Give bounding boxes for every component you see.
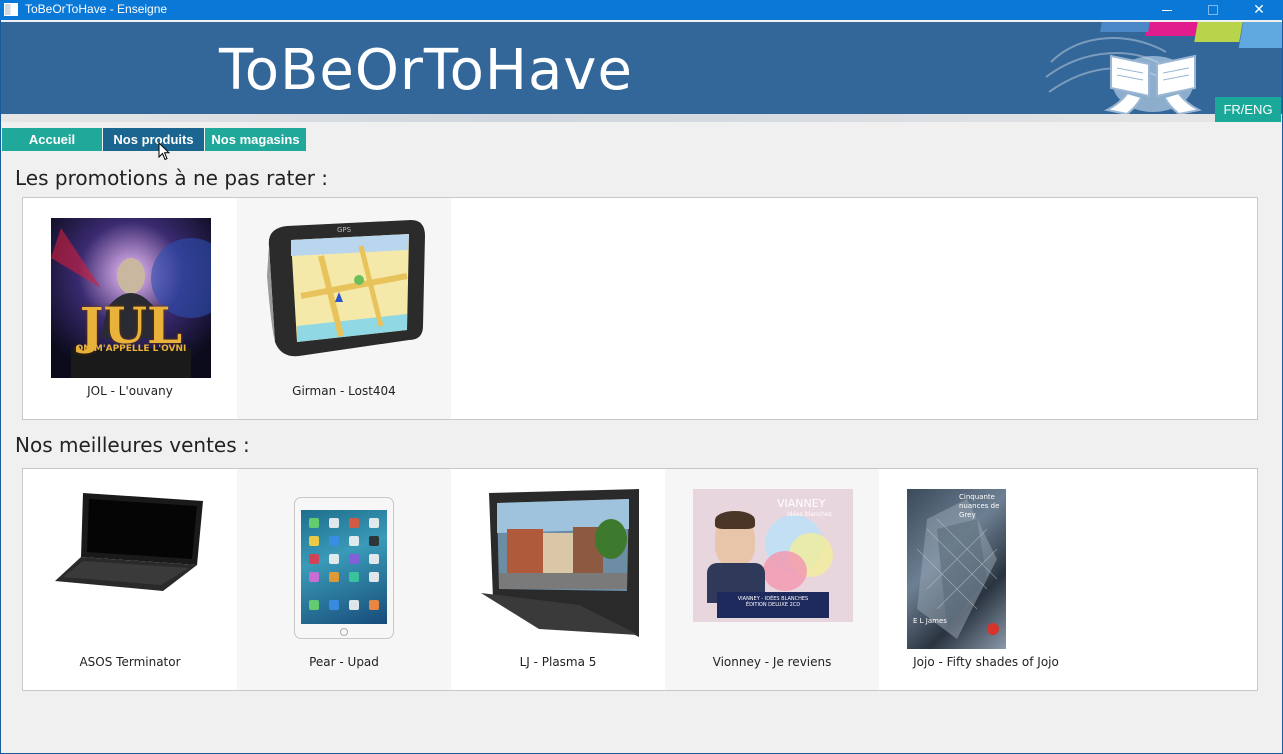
gps-brand-text: GPS xyxy=(337,226,352,234)
mouse-cursor-icon xyxy=(158,142,170,161)
tab-nos-produits[interactable]: Nos produits xyxy=(103,128,204,151)
product-card-jojo[interactable]: Cinquante nuances de Grey E L James Jojo… xyxy=(879,469,1093,690)
product-label: Vionney - Je reviens xyxy=(712,655,832,669)
promotions-panel: JUL ON M'APPELLE L'OVNI JOL - L'ouvany G… xyxy=(22,197,1258,420)
book-author-text: E L James xyxy=(913,617,947,625)
vianney-hair xyxy=(715,511,755,529)
promotions-heading: Les promotions à ne pas rater : xyxy=(15,166,329,190)
window-title: ToBeOrToHave - Enseigne xyxy=(25,2,168,16)
best-sellers-heading: Nos meilleures ventes : xyxy=(15,433,250,457)
vianney-subtitle-text: idées blanches xyxy=(787,511,832,518)
product-card-vionney[interactable]: VIANNEY idées blanches VIANNEY - IDÉES B… xyxy=(665,469,879,690)
banner-divider xyxy=(1,114,1282,122)
tablet-image xyxy=(294,497,394,639)
vianney-edition-banner: VIANNEY - IDÉES BLANCHES ÉDITION DELUXE … xyxy=(717,592,829,618)
tab-nos-magasins[interactable]: Nos magasins xyxy=(205,128,306,151)
product-label: LJ - Plasma 5 xyxy=(519,655,597,669)
vianney-color-shapes-3 xyxy=(763,551,807,591)
stripe-blue xyxy=(1238,22,1282,48)
product-label: Jojo - Fifty shades of Jojo xyxy=(913,655,1059,669)
close-button[interactable]: ✕ xyxy=(1236,0,1282,20)
vianney-name-text: VIANNEY xyxy=(777,497,826,510)
jul-subtitle-text: ON M'APPELLE L'OVNI xyxy=(75,344,187,354)
product-label: Girman - Lost404 xyxy=(292,384,396,398)
window-titlebar: ToBeOrToHave - Enseigne ✕ xyxy=(0,0,1283,20)
stripe-green xyxy=(1194,22,1243,42)
close-icon: ✕ xyxy=(1253,2,1265,18)
tablet-app-grid xyxy=(309,518,379,610)
album-cover-vianney-image: VIANNEY idées blanches VIANNEY - IDÉES B… xyxy=(693,489,853,622)
product-label: ASOS Terminator xyxy=(79,655,181,669)
product-card-asos[interactable]: ASOS Terminator xyxy=(23,469,237,690)
banner: ToBeOrToHave xyxy=(1,22,1282,114)
tab-accueil[interactable]: Accueil xyxy=(2,128,102,151)
product-card-pear[interactable]: Pear - Upad xyxy=(237,469,451,690)
app-icon xyxy=(4,3,18,16)
album-cover-jul-image: JUL ON M'APPELLE L'OVNI xyxy=(51,218,211,378)
product-card-girman[interactable]: GPS Girman - Lost404 xyxy=(237,198,451,419)
product-label: Pear - Upad xyxy=(309,655,379,669)
plasma-tv-image xyxy=(481,489,639,637)
product-label: JOL - L'ouvany xyxy=(87,384,173,398)
minimize-button[interactable] xyxy=(1144,0,1190,20)
product-card-lj[interactable]: LJ - Plasma 5 xyxy=(451,469,665,690)
laptop-image xyxy=(55,493,203,591)
brand-title: ToBeOrToHave xyxy=(219,38,633,103)
maximize-button[interactable] xyxy=(1190,0,1236,20)
book-cover-image: Cinquante nuances de Grey E L James xyxy=(907,489,1006,649)
reading-person-logo xyxy=(1103,54,1203,114)
language-toggle-button[interactable]: FR/ENG xyxy=(1215,97,1281,122)
gps-device-image: GPS xyxy=(267,220,425,357)
book-title-text: Cinquante nuances de Grey xyxy=(959,493,1000,519)
product-card-jol[interactable]: JUL ON M'APPELLE L'OVNI JOL - L'ouvany xyxy=(23,198,237,419)
best-sellers-panel: ASOS Terminator Pear - Upad LJ - Plasma … xyxy=(22,468,1258,691)
stripe-pink xyxy=(1144,22,1200,36)
tablet-home-button-icon xyxy=(340,628,348,636)
stripe-light xyxy=(1100,22,1150,32)
maximize-icon xyxy=(1208,5,1218,15)
minimize-icon xyxy=(1162,9,1172,11)
